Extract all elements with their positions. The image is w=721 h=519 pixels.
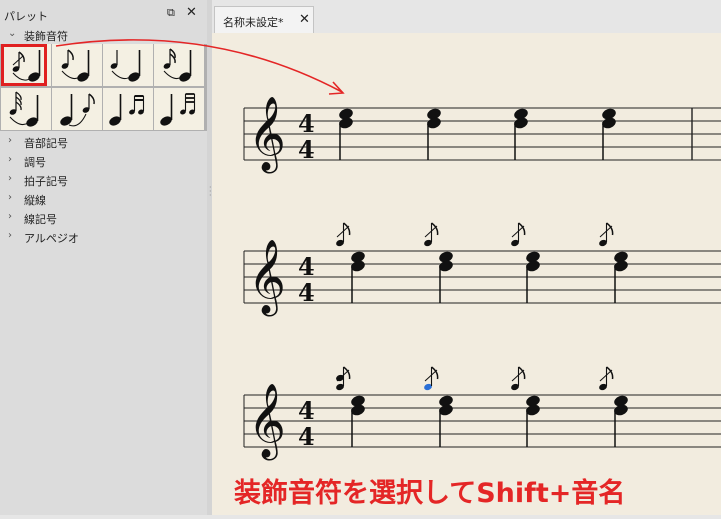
palette-section-key-signatures[interactable]: › 調号 bbox=[0, 152, 207, 170]
palette-header: パレット ⧉ ✕ bbox=[0, 0, 207, 26]
grace-quarter-icon bbox=[110, 50, 141, 82]
grace-flag bbox=[606, 222, 614, 236]
grace-flag bbox=[518, 366, 526, 380]
treble-clef: 𝄞 bbox=[248, 240, 286, 317]
palette-cell-grace-sixteenth[interactable] bbox=[154, 44, 204, 86]
palette-panel: パレット ⧉ ✕ ⌄ 装飾音符 › 音部記号 › 調号 › 拍子記号 › 縦線 … bbox=[0, 0, 208, 515]
chevron-right-icon: › bbox=[8, 211, 12, 222]
time-signature-top: 4 bbox=[298, 396, 315, 425]
section-label: 線記号 bbox=[24, 213, 57, 226]
tab-bar: 名称未設定* ✕ bbox=[212, 0, 721, 33]
chevron-right-icon: › bbox=[8, 230, 12, 241]
palette-cell-grace-32nd-after[interactable] bbox=[154, 88, 204, 130]
time-signature-top: 4 bbox=[298, 109, 315, 138]
tab-label: 名称未設定* bbox=[223, 16, 284, 29]
grace-note-grid bbox=[0, 44, 207, 131]
palette-cell-grace-eighth-after[interactable] bbox=[52, 88, 102, 130]
chevron-right-icon: › bbox=[8, 135, 12, 146]
section-label: 調号 bbox=[24, 156, 46, 169]
grace-flag bbox=[343, 222, 351, 236]
section-label: 音部記号 bbox=[24, 137, 68, 150]
grace-sixteenth-after-icon bbox=[109, 94, 145, 126]
section-label: アルペジオ bbox=[24, 232, 79, 245]
chevron-right-icon: › bbox=[8, 154, 12, 165]
palette-cell-grace-quarter[interactable] bbox=[103, 44, 153, 86]
grace-eighth-after-icon bbox=[60, 93, 95, 127]
grace-flag bbox=[518, 222, 526, 236]
grace-flag bbox=[606, 366, 614, 380]
time-signature-bottom: 4 bbox=[298, 278, 315, 307]
section-label: 縦線 bbox=[24, 194, 46, 207]
float-window-icon[interactable]: ⧉ bbox=[167, 6, 175, 20]
instruction-caption: 装飾音符を選択してShift+音名 bbox=[234, 478, 626, 509]
palette-title: パレット bbox=[4, 10, 48, 23]
grace-flag bbox=[431, 222, 439, 236]
appoggiatura-icon bbox=[61, 49, 90, 82]
palette-section-grace-notes[interactable]: ⌄ 装飾音符 bbox=[0, 26, 207, 44]
tab-untitled-score[interactable]: 名称未設定* ✕ bbox=[214, 6, 314, 33]
palette-section-lines[interactable]: › 線記号 bbox=[0, 209, 207, 227]
grace-flag bbox=[431, 366, 439, 380]
grace-sixteenth-icon bbox=[163, 48, 192, 82]
palette-section-clefs[interactable]: › 音部記号 bbox=[0, 133, 207, 151]
close-icon[interactable]: ✕ bbox=[186, 5, 197, 20]
treble-clef: 𝄞 bbox=[248, 384, 286, 461]
chevron-down-icon: ⌄ bbox=[8, 28, 17, 39]
acciaccatura-icon bbox=[12, 50, 41, 82]
section-label: 装飾音符 bbox=[24, 30, 68, 43]
palette-cell-acciaccatura[interactable] bbox=[1, 44, 51, 86]
close-tab-icon[interactable]: ✕ bbox=[299, 12, 310, 27]
treble-clef: 𝄞 bbox=[248, 97, 286, 174]
section-label: 拍子記号 bbox=[24, 175, 68, 188]
palette-cell-grace-32nd[interactable] bbox=[1, 88, 51, 130]
grace-flag bbox=[343, 366, 351, 380]
chevron-right-icon: › bbox=[8, 173, 12, 184]
palette-cell-appoggiatura[interactable] bbox=[52, 44, 102, 86]
palette-cell-grace-sixteenth-after[interactable] bbox=[103, 88, 153, 130]
score-canvas[interactable]: 𝄞 4 4 𝄞 4 4 𝄞 4 4 装飾音符を選択してShift+音名 bbox=[212, 33, 721, 515]
grace-32nd-icon bbox=[9, 91, 39, 127]
time-signature-bottom: 4 bbox=[298, 422, 315, 451]
palette-section-arpeggios[interactable]: › アルペジオ bbox=[0, 228, 207, 246]
score-notation[interactable]: 𝄞 44𝄞 44𝄞 44 bbox=[212, 33, 721, 515]
time-signature-bottom: 4 bbox=[298, 135, 315, 164]
chevron-right-icon: › bbox=[8, 192, 12, 203]
grace-32nd-after-icon bbox=[160, 93, 196, 126]
palette-section-time-signatures[interactable]: › 拍子記号 bbox=[0, 171, 207, 189]
palette-section-barlines[interactable]: › 縦線 bbox=[0, 190, 207, 208]
time-signature-top: 4 bbox=[298, 252, 315, 281]
